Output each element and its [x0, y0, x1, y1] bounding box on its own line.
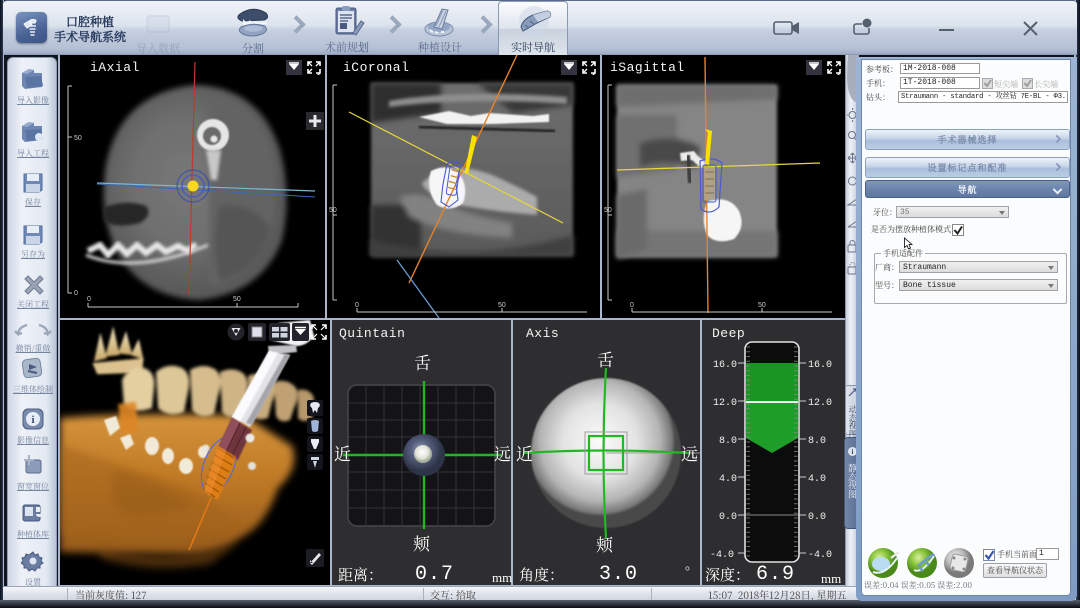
svg-text:0.0: 0.0: [719, 512, 737, 523]
svg-text:8.0: 8.0: [808, 436, 826, 447]
svg-text:12.0: 12.0: [808, 398, 832, 409]
svg-text:4.0: 4.0: [808, 474, 826, 485]
svg-text:4.0: 4.0: [719, 474, 737, 485]
svg-text:50: 50: [758, 302, 766, 309]
svg-text:0: 0: [87, 296, 91, 303]
svg-text:16.0: 16.0: [808, 360, 832, 371]
svg-text:-4.0: -4.0: [710, 550, 734, 561]
svg-text:i: i: [31, 414, 34, 426]
svg-text:50: 50: [233, 296, 241, 303]
svg-text:8.0: 8.0: [719, 436, 737, 447]
svg-text:!: !: [866, 21, 868, 28]
svg-text:0: 0: [630, 302, 634, 309]
svg-text:0: 0: [355, 302, 359, 309]
svg-text:0: 0: [74, 290, 78, 297]
svg-text:-4.0: -4.0: [808, 550, 832, 561]
svg-text:i: i: [852, 448, 854, 456]
svg-text:0.0: 0.0: [808, 512, 826, 523]
svg-text:50: 50: [74, 135, 82, 142]
svg-text:12.0: 12.0: [713, 398, 737, 409]
svg-text:16.0: 16.0: [713, 360, 737, 371]
svg-text:50: 50: [329, 207, 337, 214]
svg-text:50: 50: [498, 302, 506, 309]
svg-text:50: 50: [604, 207, 612, 214]
